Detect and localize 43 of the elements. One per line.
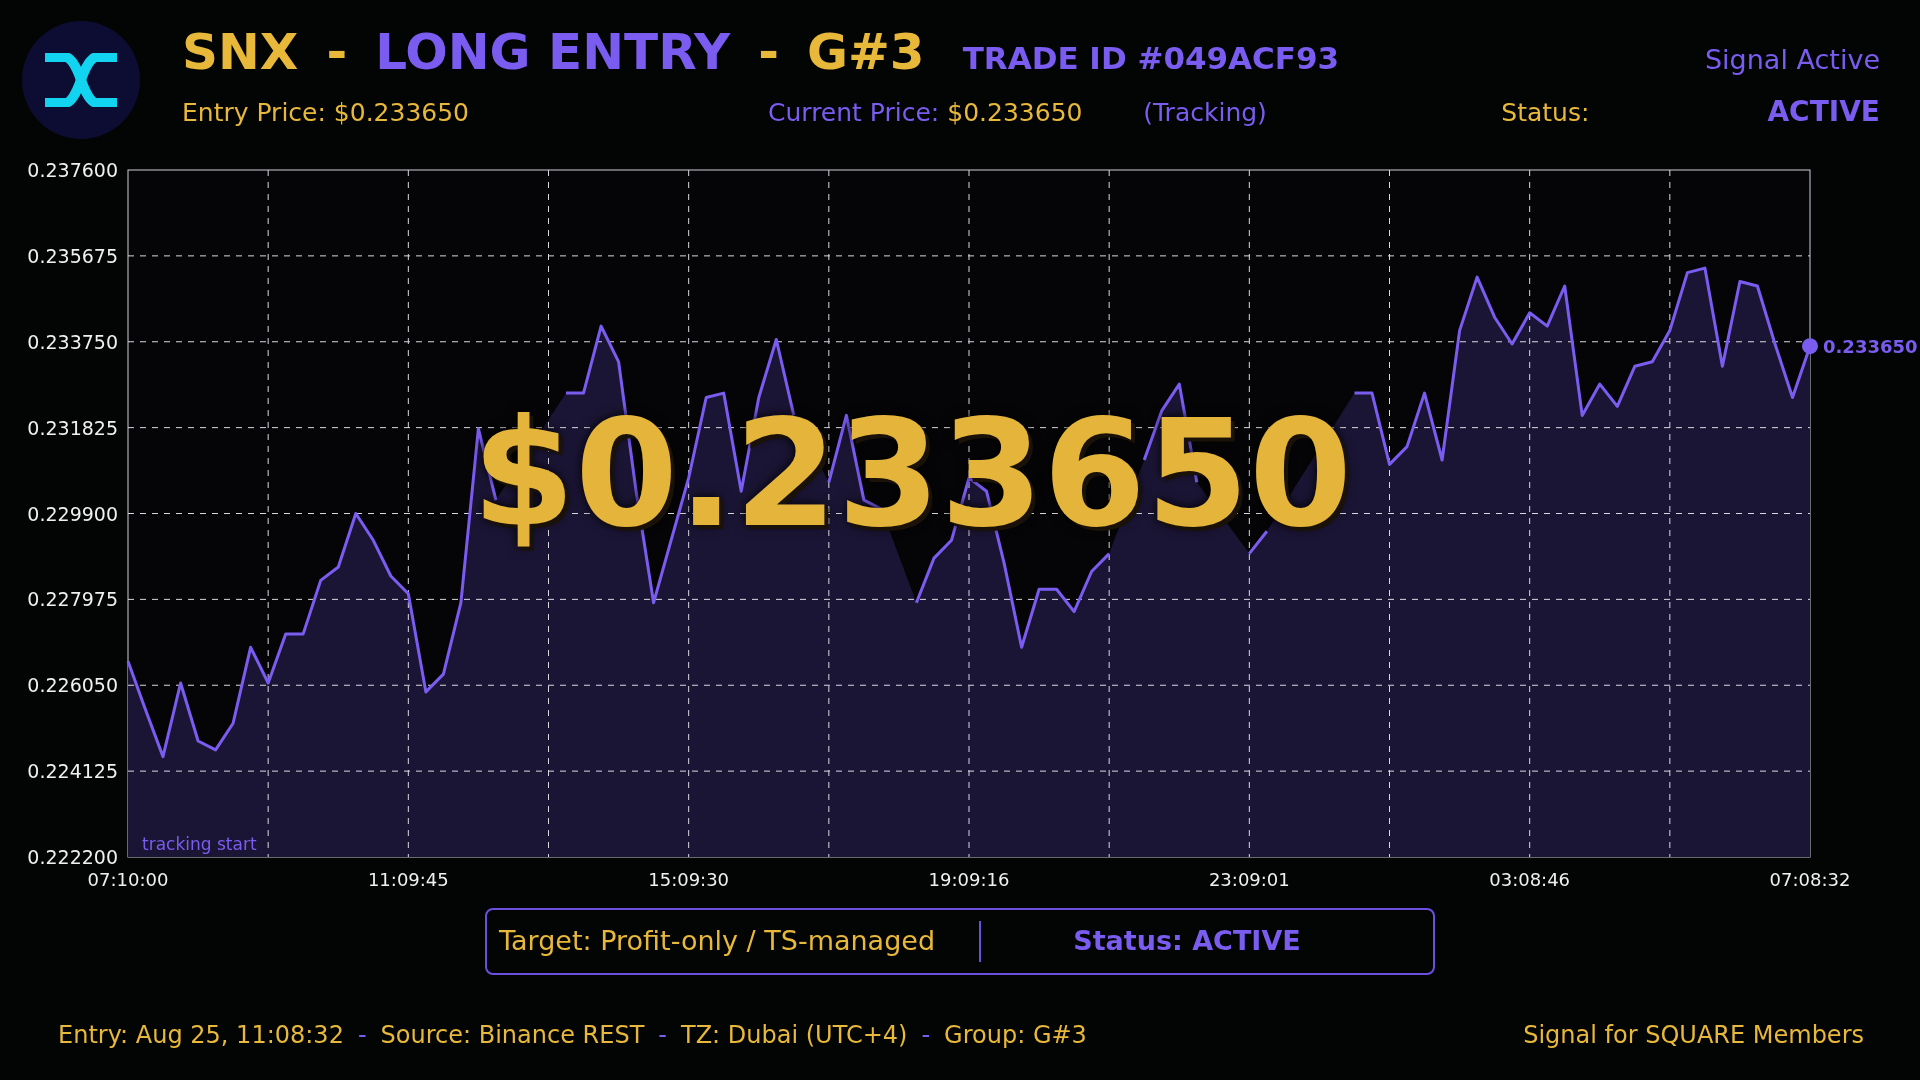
current-price-label: Current Price: <box>768 97 940 130</box>
x-axis-label: 23:09:01 <box>1208 869 1290 890</box>
footer-text: TZ: Dubai (UTC+4) <box>681 1020 908 1051</box>
tracking-start-label: tracking start <box>142 834 257 854</box>
footer-text: Source: Binance REST <box>380 1020 645 1051</box>
footer-text: Group: G#3 <box>944 1020 1087 1051</box>
x-axis-label: 03:08:46 <box>1489 869 1571 890</box>
end-point-marker <box>1802 338 1818 355</box>
end-price-label: 0.233650 <box>1823 336 1918 358</box>
current-price: $0.233650 <box>947 97 1084 130</box>
y-axis-label: 0.227975 <box>27 588 118 611</box>
y-axis-label: 0.231825 <box>27 416 118 439</box>
status-label: Status: <box>1501 97 1590 130</box>
y-axis-label: 0.237600 <box>27 160 118 181</box>
target-text: Target: Profit-only / TS-managed <box>487 921 981 962</box>
x-axis-label: 11:09:45 <box>367 869 449 890</box>
logo-icon <box>43 53 119 107</box>
title-text: - <box>758 26 779 77</box>
y-axis-label: 0.229900 <box>27 502 118 525</box>
tracking-label: (Tracking) <box>1143 97 1268 130</box>
signal-state: Signal Active <box>1704 42 1880 77</box>
title-text: - <box>326 26 348 77</box>
x-axis-label: 07:08:32 <box>1769 869 1851 890</box>
separator: - <box>357 1020 367 1051</box>
y-axis-label: 0.226050 <box>27 674 118 697</box>
separator: - <box>921 1020 931 1051</box>
footer-note: Signal for SQUARE Members <box>1523 1020 1864 1051</box>
entry-price: Entry Price: $0.233650 <box>182 97 470 130</box>
separator: - <box>658 1020 667 1051</box>
y-axis-label: 0.235675 <box>27 244 118 267</box>
footer-text: Entry: Aug 25, 11:08:32 <box>58 1020 344 1051</box>
target-status: Status: ACTIVE <box>1072 924 1302 959</box>
status-value: ACTIVE <box>1767 94 1880 131</box>
title-text: LONG ENTRY <box>375 26 731 77</box>
y-axis-label: 0.233750 <box>27 330 118 353</box>
title-text: SNX <box>182 26 299 77</box>
x-axis-label: 15:09:30 <box>648 869 730 890</box>
y-axis-label: 0.224125 <box>27 760 118 783</box>
title-text: G#3 <box>806 26 925 77</box>
x-axis-label: 07:10:00 <box>87 869 169 890</box>
trade-id: TRADE ID #049ACF93 <box>962 38 1340 78</box>
x-axis-label: 19:09:16 <box>928 869 1010 890</box>
y-axis-label: 0.222200 <box>27 846 118 868</box>
